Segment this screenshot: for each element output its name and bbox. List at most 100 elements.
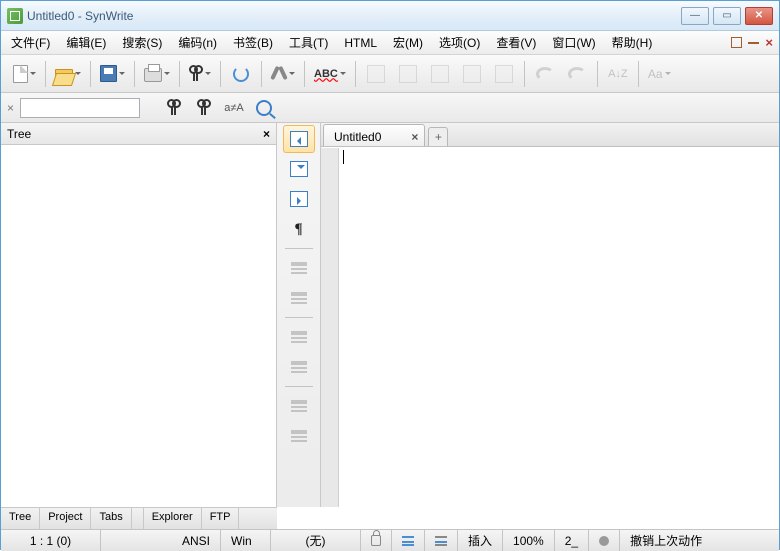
wrap-right-button[interactable] [283, 185, 315, 213]
text-cursor [343, 150, 344, 164]
menu-search[interactable]: 搜索(S) [118, 32, 166, 53]
tab-close-icon[interactable]: × [411, 130, 418, 144]
sidebar-tab-project[interactable]: Project [40, 508, 91, 529]
sync-button[interactable] [226, 59, 256, 89]
menu-html[interactable]: HTML [340, 34, 381, 52]
case-button[interactable]: Aa [644, 59, 675, 89]
menu-edit[interactable]: 编辑(E) [62, 32, 110, 53]
vertical-toolbar: ¶ [277, 123, 321, 507]
search-input[interactable] [20, 98, 140, 118]
match-case-icon: a≠A [224, 102, 244, 114]
copy-doc-icon [367, 65, 385, 83]
status-language[interactable]: (无) [271, 530, 361, 551]
pilcrow-button[interactable]: ¶ [283, 215, 315, 243]
menu-bookmark[interactable]: 书签(B) [229, 32, 277, 53]
paste-button[interactable] [457, 59, 487, 89]
find-prev-icon [167, 99, 181, 117]
status-select[interactable] [425, 530, 458, 551]
spellcheck-button[interactable]: ABC [310, 59, 350, 89]
close-inner-icon[interactable]: × [765, 35, 773, 50]
clipboard-icon [431, 65, 449, 83]
unfold-button[interactable] [283, 422, 315, 450]
menu-option[interactable]: 选项(O) [435, 32, 484, 53]
match-case-button[interactable]: a≠A [222, 96, 246, 120]
status-char[interactable]: 2_ [555, 530, 589, 551]
status-zoom[interactable]: 100% [503, 530, 555, 551]
minimize-inner-icon[interactable] [748, 42, 759, 44]
find-next-icon [197, 99, 211, 117]
search-close-icon[interactable]: × [7, 101, 14, 115]
menu-view[interactable]: 查看(V) [492, 32, 540, 53]
open-file-button[interactable] [51, 59, 85, 89]
cut-button[interactable] [393, 59, 423, 89]
menu-window[interactable]: 窗口(W) [548, 32, 599, 53]
sidebar-tab-ftp[interactable]: FTP [202, 508, 240, 529]
restore-icon[interactable] [731, 37, 742, 48]
text-editor[interactable] [339, 148, 779, 507]
wrap-down-button[interactable] [283, 155, 315, 183]
copy-button[interactable] [425, 59, 455, 89]
redo-button[interactable] [562, 59, 592, 89]
maximize-button[interactable]: ▭ [713, 7, 741, 25]
find-button[interactable] [185, 59, 215, 89]
editor-body [321, 147, 779, 507]
menu-encoding[interactable]: 编码(n) [174, 32, 221, 53]
status-insert-mode[interactable]: 插入 [458, 530, 503, 551]
status-wrap[interactable] [392, 530, 425, 551]
find-prev-button[interactable] [162, 96, 186, 120]
status-readonly[interactable] [361, 530, 392, 551]
new-file-button[interactable] [9, 59, 40, 89]
sidebar-tab-explorer[interactable]: Explorer [144, 508, 202, 529]
document-tab[interactable]: Untitled0 × [323, 124, 425, 146]
document-tab-label: Untitled0 [334, 130, 381, 144]
status-eol[interactable]: Win [221, 530, 271, 551]
sort-icon: A↓Z [608, 68, 628, 80]
new-tab-button[interactable]: + [428, 127, 448, 146]
sort-button[interactable]: A↓Z [603, 59, 633, 89]
tree-close-icon[interactable]: × [263, 127, 270, 141]
print-button[interactable] [140, 59, 174, 89]
minimize-button[interactable]: — [681, 7, 709, 25]
sidebar-tab-tree[interactable]: Tree [1, 508, 40, 529]
status-encoding[interactable]: ANSI [101, 530, 221, 551]
tree-header: Tree × [1, 123, 276, 145]
wrap-down-icon [290, 161, 308, 177]
binoculars-icon [189, 65, 203, 83]
tools-icon [271, 66, 287, 82]
outdent-button[interactable] [283, 353, 315, 381]
uncomment-icon [291, 292, 307, 304]
side-panel-tabs: Tree Project Tabs Explorer FTP [1, 507, 277, 529]
menu-tool[interactable]: 工具(T) [285, 32, 332, 53]
copy-doc-button[interactable] [361, 59, 391, 89]
menu-macro[interactable]: 宏(M) [389, 32, 427, 53]
close-button[interactable]: ✕ [745, 7, 773, 25]
indent-icon [291, 331, 307, 343]
tools-button[interactable] [267, 59, 299, 89]
sidebar-tab-tabs[interactable]: Tabs [91, 508, 131, 529]
comment-button[interactable] [283, 254, 315, 282]
content-area: Tree × ¶ Untitled0 × + [1, 123, 779, 507]
outdent-icon [291, 361, 307, 373]
window-title: Untitled0 - SynWrite [27, 9, 681, 23]
search-lens-button[interactable] [252, 96, 276, 120]
menu-file[interactable]: 文件(F) [7, 32, 54, 53]
magnifier-icon [256, 100, 272, 116]
tree-body[interactable] [1, 145, 276, 507]
delete-icon [495, 65, 513, 83]
lines-icon [402, 536, 414, 546]
status-position[interactable]: 1 : 1 (0) [1, 530, 101, 551]
wrap-left-button[interactable] [283, 125, 315, 153]
fold-button[interactable] [283, 392, 315, 420]
undo-button[interactable] [530, 59, 560, 89]
main-toolbar: ABC A↓Z Aa [1, 55, 779, 93]
editor-area: Untitled0 × + [321, 123, 779, 507]
wrap-left-icon [290, 131, 308, 147]
delete-button[interactable] [489, 59, 519, 89]
indent-button[interactable] [283, 323, 315, 351]
find-next-button[interactable] [192, 96, 216, 120]
menu-help[interactable]: 帮助(H) [608, 32, 657, 53]
open-folder-icon [55, 69, 73, 82]
save-button[interactable] [96, 59, 129, 89]
uncomment-button[interactable] [283, 284, 315, 312]
undo-icon [536, 67, 554, 81]
